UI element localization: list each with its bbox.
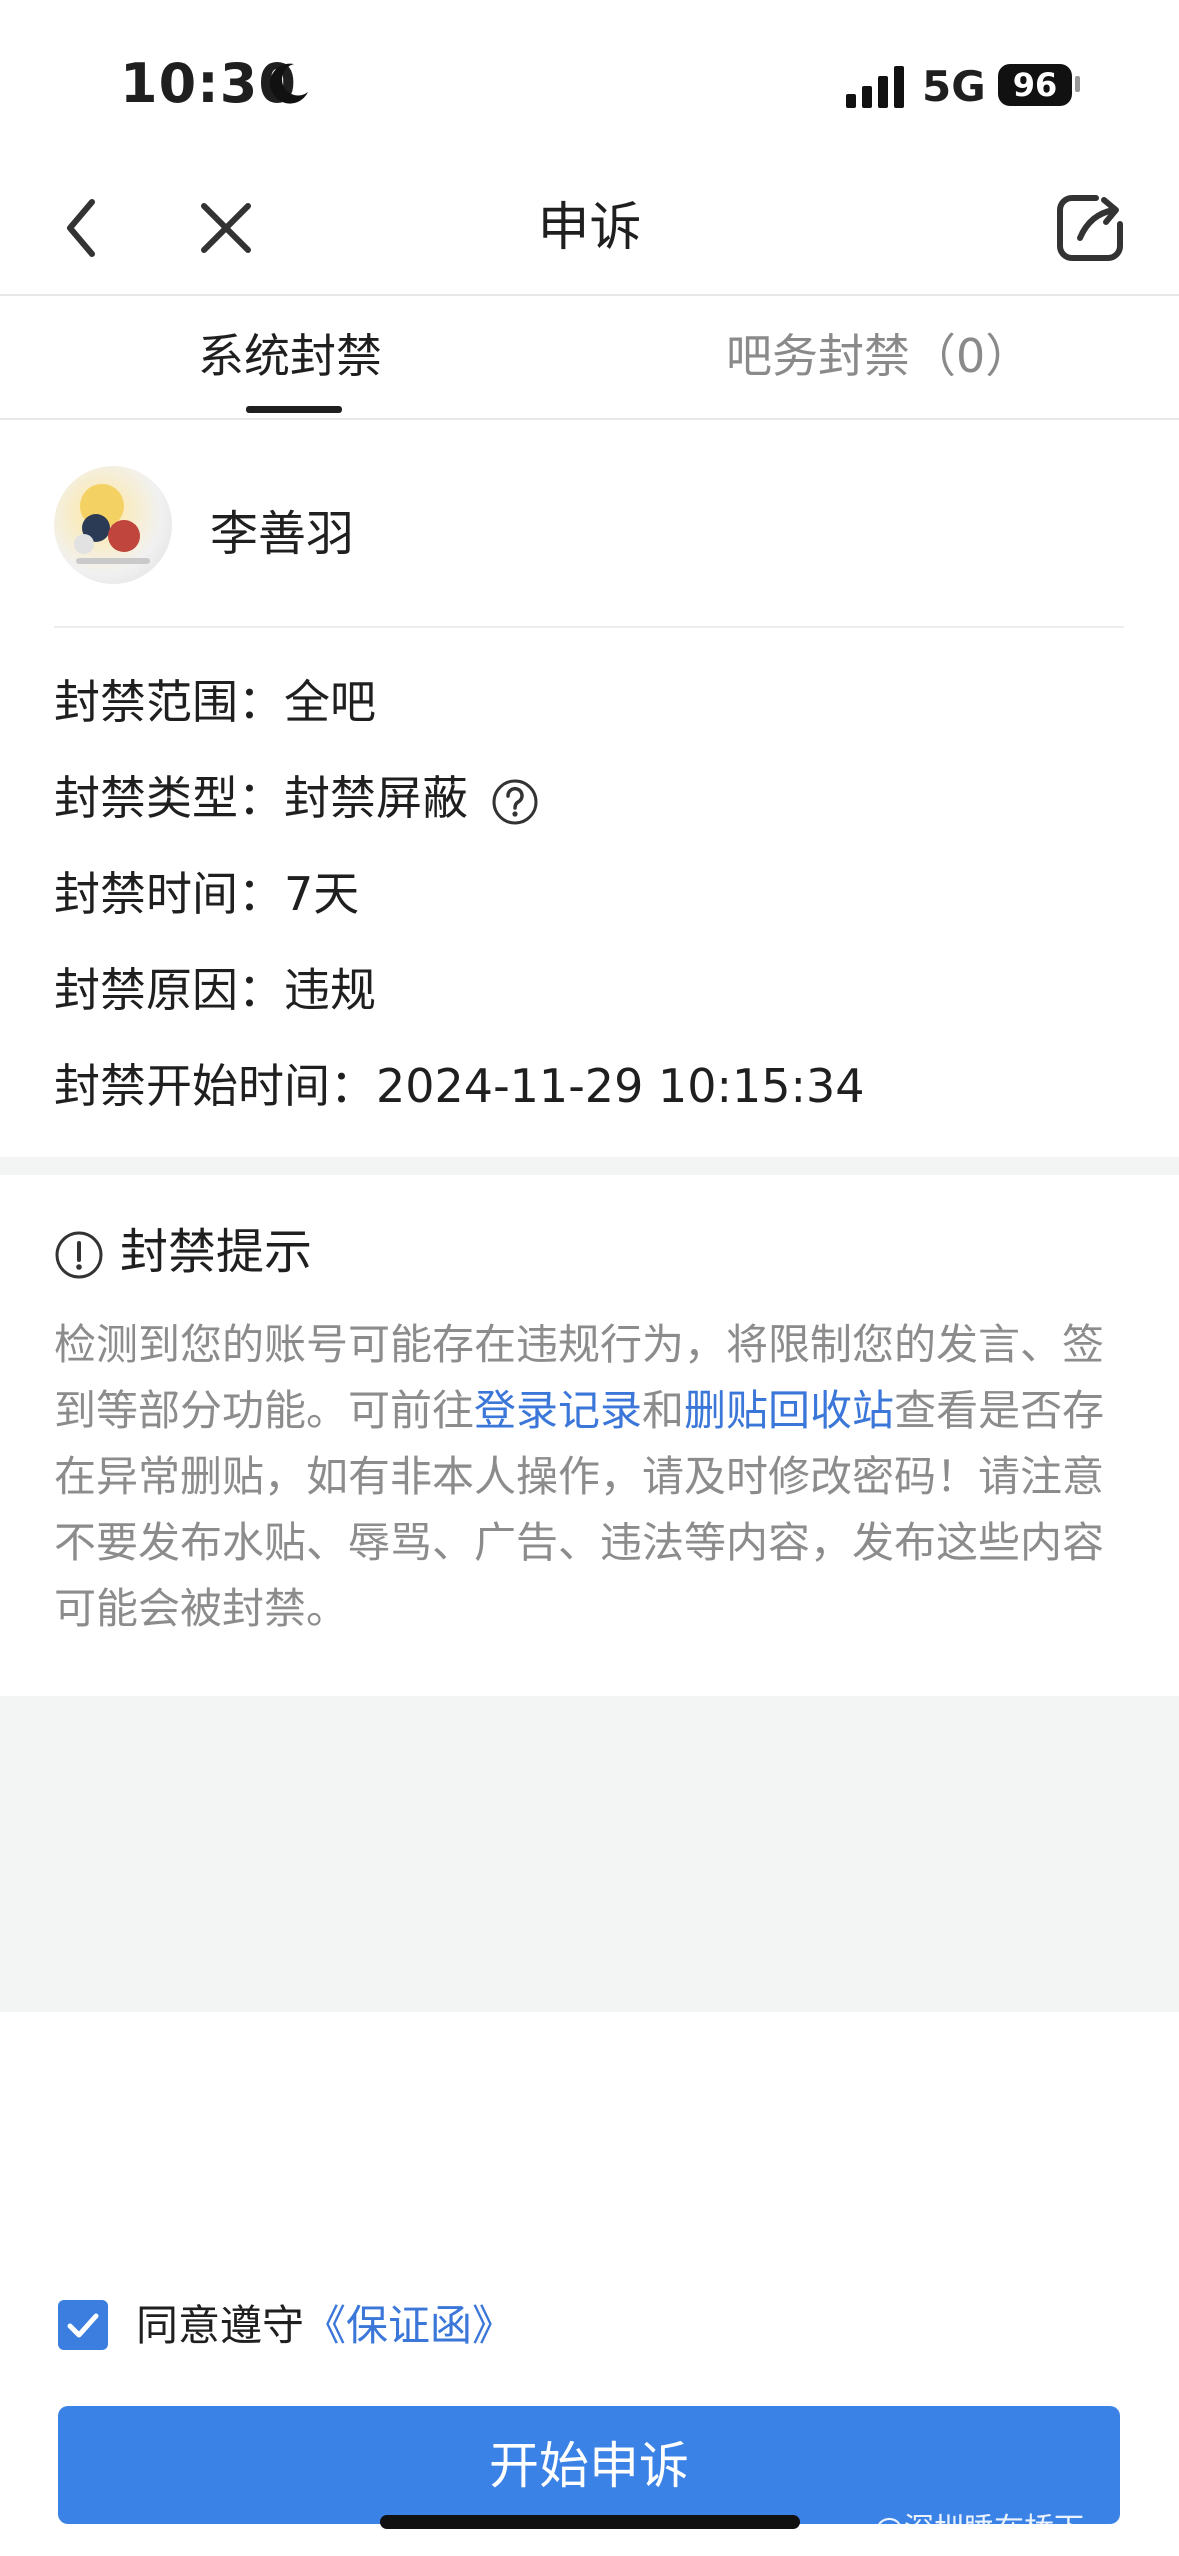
tab-bar-admin-ban[interactable]: 吧务封禁（0）	[726, 326, 1031, 386]
ban-reason-value: 违规	[284, 963, 376, 1017]
page-title: 申诉	[537, 198, 642, 258]
battery-tip	[1075, 76, 1080, 92]
tab-system-ban[interactable]: 系统封禁	[198, 326, 382, 386]
notice-text: 检测到您的账号可能存在违规行为，将限制您的发言、签到等部分功能。可前往登录记录和…	[54, 1312, 1124, 1642]
ban-type: 封禁类型：封禁屏蔽	[54, 768, 1124, 828]
agreement-text: 同意遵守《保证函》	[136, 2300, 514, 2352]
signal-icon	[846, 66, 904, 108]
tab-bar: 系统封禁 吧务封禁（0）	[0, 296, 1179, 420]
ban-duration-label: 封禁时间：	[54, 867, 284, 921]
profile-row: 李善羽	[54, 466, 1124, 628]
tab-active-indicator	[246, 406, 342, 413]
agreement-label: 同意遵守	[136, 2301, 305, 2350]
ban-reason-label: 封禁原因：	[54, 963, 284, 1017]
ban-scope-label: 封禁范围：	[54, 675, 284, 729]
notice-text-part-2: 和	[642, 1386, 685, 1435]
ban-start-value: 2024-11-29 10:15:34	[376, 1059, 865, 1113]
nav-bar: 申诉	[0, 160, 1179, 296]
avatar-image	[74, 484, 150, 564]
ban-type-value: 封禁屏蔽	[284, 771, 468, 825]
help-icon[interactable]	[491, 778, 539, 826]
share-icon[interactable]	[1050, 188, 1130, 268]
network-type: 5G	[922, 62, 986, 111]
ban-scope-value: 全吧	[284, 675, 376, 729]
username: 李善羽	[210, 506, 355, 562]
home-indicator	[380, 2515, 800, 2529]
deleted-posts-link[interactable]: 删贴回收站	[684, 1386, 894, 1435]
exclamation-icon	[55, 1231, 103, 1279]
ban-duration-value: 7天	[284, 867, 360, 921]
empty-gray-area	[0, 1696, 1179, 2012]
watermark: @深圳睡在桥下	[874, 2512, 1084, 2547]
ban-start-time: 封禁开始时间：2024-11-29 10:15:34	[54, 1056, 1124, 1116]
check-icon	[67, 2313, 99, 2338]
guarantee-letter-link[interactable]: 《保证函》	[304, 2301, 514, 2350]
ban-start-label: 封禁开始时间：	[54, 1059, 376, 1113]
login-record-link[interactable]: 登录记录	[474, 1386, 642, 1435]
moon-icon	[269, 63, 308, 104]
avatar	[54, 466, 172, 584]
notice-title: 封禁提示	[54, 1222, 312, 1282]
ban-type-label: 封禁类型：	[54, 771, 284, 825]
section-divider	[0, 1157, 1179, 1175]
notice-title-text: 封禁提示	[120, 1224, 313, 1280]
battery-icon: 96	[998, 64, 1072, 106]
ban-scope: 封禁范围：全吧	[54, 672, 1124, 732]
ban-reason: 封禁原因：违规	[54, 960, 1124, 1020]
ban-duration: 封禁时间：7天	[54, 864, 1124, 924]
status-bar: 10:30 5G 96	[0, 0, 1179, 160]
agree-checkbox[interactable]	[58, 2300, 108, 2350]
